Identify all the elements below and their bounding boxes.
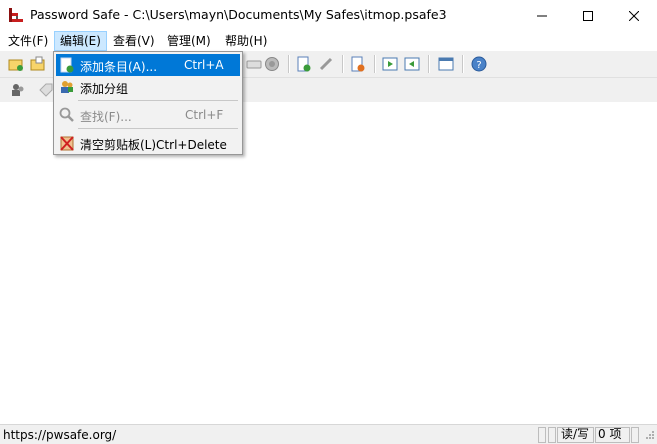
add-group-label: 添加分组	[80, 82, 129, 96]
new-database-icon[interactable]	[8, 56, 24, 72]
add-entry-shortcut: Ctrl+A	[184, 58, 224, 72]
maximize-icon	[583, 10, 593, 21]
menu-separator	[78, 128, 238, 129]
status-cell	[631, 427, 639, 443]
add-entry-icon[interactable]	[296, 56, 312, 72]
status-cell	[548, 427, 556, 443]
status-count: 0 项	[598, 427, 622, 441]
status-url: https://pwsafe.org/	[3, 428, 117, 442]
search-icon	[59, 107, 74, 122]
users-icon[interactable]	[10, 82, 26, 98]
keyboard-icon[interactable]	[246, 56, 262, 72]
resize-grip-icon[interactable]	[645, 430, 655, 440]
help-icon[interactable]: ?	[471, 56, 487, 72]
toolbar-separator	[288, 55, 290, 73]
edit-entry-icon[interactable]	[318, 56, 334, 72]
find-shortcut: Ctrl+F	[185, 108, 224, 122]
options-icon[interactable]	[438, 56, 454, 72]
find-label: 查找(F)...	[80, 110, 132, 124]
toolbar-separator	[374, 55, 376, 73]
toolbar-separator	[428, 55, 430, 73]
toolbar-separator	[342, 55, 344, 73]
minimize-icon	[537, 15, 547, 16]
menu-manage[interactable]: 管理(M)	[162, 31, 216, 51]
title-bar: Password Safe - C:\Users\mayn\Documents\…	[0, 0, 657, 31]
app-logo-icon	[9, 8, 23, 22]
close-button[interactable]	[611, 0, 657, 31]
status-bar: https://pwsafe.org/ 读/写 0 项	[0, 424, 657, 444]
menu-item-add-entry[interactable]: 添加条目(A)... Ctrl+A	[56, 54, 240, 76]
minimize-button[interactable]	[519, 0, 565, 31]
browse-url-icon[interactable]	[264, 56, 280, 72]
menu-item-find[interactable]: 查找(F)... Ctrl+F	[56, 104, 240, 126]
maximize-button[interactable]	[565, 0, 611, 31]
status-cell	[538, 427, 546, 443]
menu-view[interactable]: 查看(V)	[108, 31, 160, 51]
clear-clipboard-icon	[60, 136, 74, 151]
menu-item-add-group[interactable]: 添加分组	[56, 76, 240, 98]
open-database-icon[interactable]	[30, 56, 46, 72]
menu-separator	[78, 100, 238, 101]
status-mode[interactable]: 读/写	[559, 427, 595, 441]
clear-clipboard-label: 清空剪贴板(L)Ctrl+Delete	[80, 138, 227, 152]
add-entry-icon	[60, 57, 74, 73]
menu-file[interactable]: 文件(F)	[3, 31, 53, 51]
delete-entry-icon[interactable]	[350, 56, 366, 72]
close-icon	[629, 10, 639, 21]
add-entry-label: 添加条目(A)...	[80, 60, 158, 74]
window-title: Password Safe - C:\Users\mayn\Documents\…	[30, 7, 447, 22]
menu-edit[interactable]: 编辑(E)	[54, 31, 107, 51]
menu-item-clear-clipboard[interactable]: 清空剪贴板(L)Ctrl+Delete	[56, 132, 240, 154]
tag-icon[interactable]	[38, 82, 54, 98]
expand-all-icon[interactable]	[382, 56, 398, 72]
edit-menu-dropdown: 添加条目(A)... Ctrl+A 添加分组 查找(F)... Ctrl+F 清…	[53, 51, 243, 155]
add-group-icon	[61, 81, 73, 93]
toolbar-separator	[462, 55, 464, 73]
svg-text:?: ?	[476, 60, 481, 71]
menu-bar: 文件(F) 编辑(E) 查看(V) 管理(M) 帮助(H)	[0, 31, 657, 51]
menu-help[interactable]: 帮助(H)	[220, 31, 272, 51]
collapse-all-icon[interactable]	[404, 56, 420, 72]
